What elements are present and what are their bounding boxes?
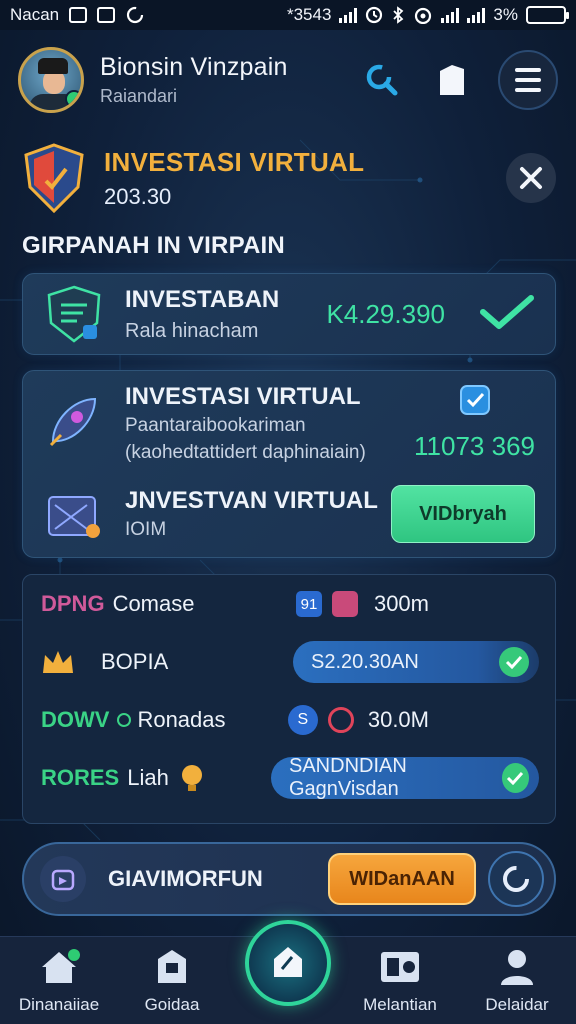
pill-text: SANDNDIAN GagnVisdan bbox=[289, 755, 407, 800]
battery-percent: 3% bbox=[493, 5, 518, 24]
virtual-value: 203.30 bbox=[104, 183, 172, 209]
list-name: BOPIA bbox=[101, 649, 169, 674]
user-name: Bionsin Vinzpain bbox=[100, 53, 288, 81]
nav-label: Melantian bbox=[363, 995, 437, 1014]
card2-amount: 11073 369 bbox=[414, 431, 535, 461]
crown-icon bbox=[43, 651, 73, 673]
user-subtitle: Raiandari bbox=[100, 86, 178, 106]
section-title: GIRPANAH IN VIRPAIN bbox=[22, 232, 285, 259]
app-header: Bionsin Vinzpain Raiandari bbox=[0, 30, 576, 130]
action-label: GIAVIMORFUN bbox=[108, 866, 263, 891]
list-tag: DOWV bbox=[41, 707, 110, 732]
list-tag: DPNG bbox=[41, 591, 105, 616]
shield-icon bbox=[24, 143, 84, 213]
target-icon bbox=[327, 707, 354, 733]
building-icon bbox=[150, 945, 194, 989]
center-action-button[interactable] bbox=[245, 920, 331, 1006]
list-tag: RORES bbox=[41, 765, 120, 790]
transaction-list: DPNG Comase 91 300m BOPIA S2.20.30AN DOW… bbox=[22, 574, 556, 824]
home-icon bbox=[37, 945, 81, 989]
folder-chart-icon bbox=[48, 496, 100, 538]
nav-item-building[interactable]: Goidaa bbox=[117, 945, 227, 1015]
image-icon bbox=[69, 7, 88, 23]
card1-title: INVESTABAN bbox=[125, 285, 280, 313]
withdraw-button[interactable]: WIDanAAN bbox=[328, 853, 476, 905]
gallery-icon bbox=[97, 7, 116, 23]
avatar[interactable] bbox=[18, 47, 84, 113]
sync-icon bbox=[503, 866, 529, 892]
list-item[interactable]: RORES Liah SANDNDIAN GagnVisdan bbox=[41, 753, 539, 803]
currency-icon: S bbox=[287, 705, 318, 735]
location-icon bbox=[117, 713, 132, 727]
nav-label: Delaidar bbox=[485, 995, 549, 1014]
close-icon bbox=[520, 167, 542, 189]
signal-icon-3 bbox=[467, 7, 486, 23]
nav-label: Dinanaiiae bbox=[18, 995, 100, 1014]
list-name: Comase bbox=[112, 591, 195, 616]
app-icon: 91 bbox=[295, 591, 322, 617]
carrier-label: Nacan bbox=[10, 5, 60, 24]
card1-amount: K4.29.390 bbox=[326, 298, 445, 329]
search-button[interactable] bbox=[358, 56, 406, 104]
edit-icon bbox=[274, 947, 302, 977]
card2-subtitle-line2: (kaohedtattidert daphinaiain) bbox=[125, 441, 366, 463]
bluetooth-icon bbox=[393, 6, 404, 24]
check-circle-icon bbox=[499, 647, 529, 677]
signal-icon bbox=[339, 7, 358, 23]
card1-subtitle: Rala hinacham bbox=[125, 319, 259, 342]
investment-card-1[interactable]: INVESTABAN Rala hinacham K4.29.390 bbox=[22, 273, 556, 355]
status-bar: Nacan *3543 3% bbox=[0, 0, 576, 30]
film-icon bbox=[378, 945, 422, 989]
status-pill[interactable]: SANDNDIAN GagnVisdan bbox=[271, 755, 539, 800]
card2-row2-subtitle: IOIM bbox=[125, 518, 167, 540]
verify-button[interactable]: VIDbryah bbox=[391, 485, 535, 543]
nav-item-home[interactable]: Dinanaiiae bbox=[4, 945, 114, 1015]
status-pill[interactable]: S2.20.30AN bbox=[293, 641, 539, 683]
sync-button[interactable] bbox=[488, 851, 544, 907]
signal-icon-2 bbox=[441, 7, 460, 23]
wifi-icon bbox=[415, 7, 432, 24]
bookmark-button[interactable] bbox=[428, 56, 476, 104]
list-item[interactable]: BOPIA S2.20.30AN bbox=[41, 637, 539, 687]
list-value: 30.0M bbox=[367, 707, 429, 732]
check-circle-icon bbox=[501, 763, 529, 793]
card2-row2-title: JNVESTVAN VIRTUAL bbox=[125, 486, 378, 514]
status-center-text: *3543 bbox=[286, 5, 332, 24]
card2-subtitle-line1: Paantaraibookariman bbox=[125, 415, 306, 436]
investment-card-2: INVESTASI VIRTUAL Paantaraibookariman (k… bbox=[22, 370, 556, 558]
nav-label: Goidaa bbox=[144, 995, 200, 1014]
virtual-summary: INVESTASI VIRTUAL 203.30 bbox=[22, 138, 556, 218]
robot-icon bbox=[40, 856, 86, 902]
document-shield-icon bbox=[47, 285, 101, 343]
online-badge-icon bbox=[65, 90, 81, 108]
nav-item-media[interactable]: Melantian bbox=[345, 945, 455, 1015]
pill-text: S2.20.30AN bbox=[311, 650, 419, 673]
list-value: 300m bbox=[373, 591, 429, 616]
rocket-icon bbox=[49, 397, 97, 447]
action-bar: GIAVIMORFUN WIDanAAN bbox=[22, 842, 556, 916]
close-button[interactable] bbox=[506, 153, 556, 203]
lightbulb-icon bbox=[181, 765, 202, 791]
list-name: Liah bbox=[127, 765, 169, 790]
bookmark-icon bbox=[440, 65, 464, 95]
card2-title: INVESTASI VIRTUAL bbox=[125, 383, 361, 410]
nav-item-profile[interactable]: Delaidar bbox=[462, 945, 572, 1015]
battery-icon bbox=[526, 6, 569, 24]
cube-icon bbox=[331, 591, 358, 617]
menu-button[interactable] bbox=[498, 50, 558, 110]
check-icon bbox=[480, 295, 534, 329]
list-item[interactable]: DOWV Ronadas S 30.0M bbox=[41, 695, 539, 745]
verified-check-icon bbox=[459, 385, 490, 415]
profile-icon bbox=[495, 945, 539, 989]
refresh-icon bbox=[127, 6, 144, 24]
list-name: Ronadas bbox=[137, 707, 226, 732]
search-icon bbox=[366, 64, 398, 96]
list-item[interactable]: DPNG Comase 91 300m bbox=[41, 579, 539, 629]
virtual-title: INVESTASI VIRTUAL bbox=[104, 146, 365, 177]
alarm-icon bbox=[366, 6, 383, 24]
